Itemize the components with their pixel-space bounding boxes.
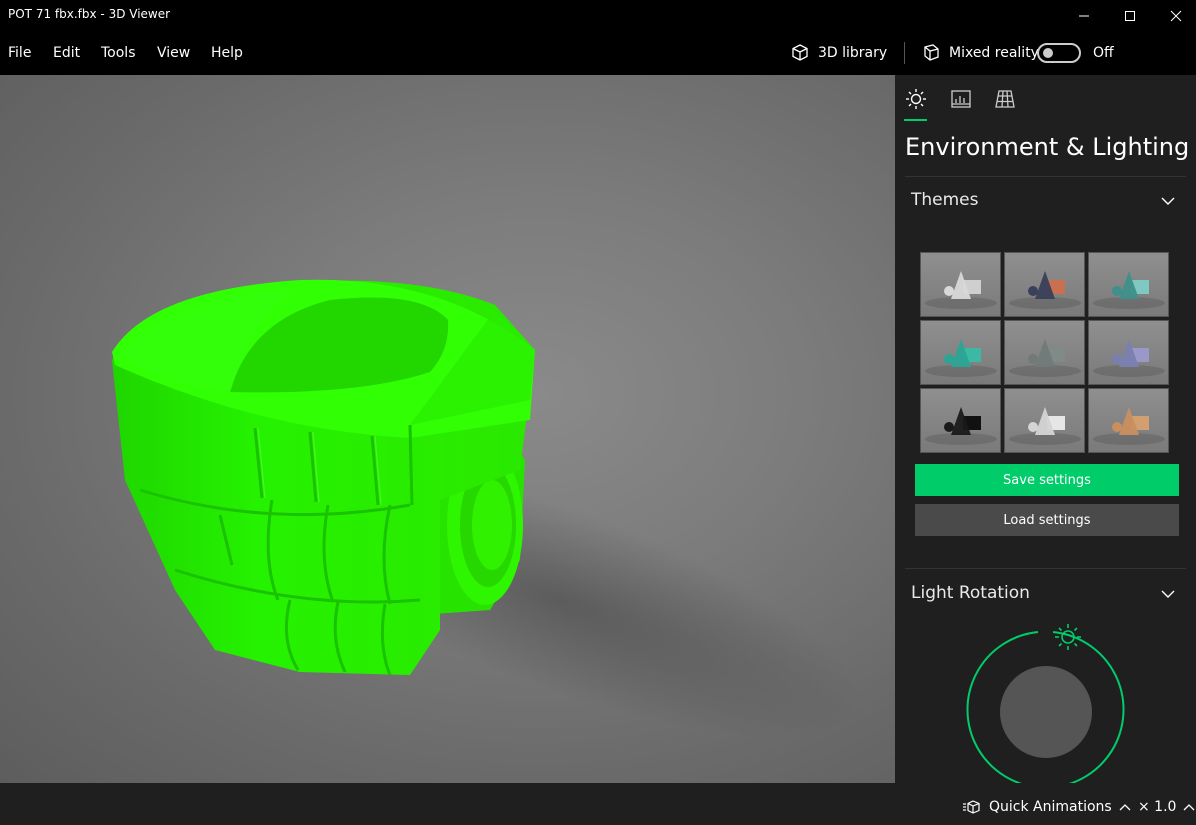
quick-animations-button[interactable]: Quick Animations: [962, 799, 1131, 815]
theme-sphere-shape: [1028, 354, 1038, 364]
menu-file[interactable]: File: [8, 45, 31, 61]
theme-sphere-shape: [1112, 422, 1122, 432]
light-rotation-dial[interactable]: [955, 620, 1135, 783]
theme-tile[interactable]: [1004, 388, 1085, 453]
stats-icon: [951, 90, 971, 108]
menu-view[interactable]: View: [157, 45, 190, 61]
grid-icon: [995, 90, 1015, 108]
toolbar-separator: [904, 42, 905, 64]
speed-button[interactable]: × 1.0: [1138, 799, 1195, 815]
menu-edit[interactable]: Edit: [53, 45, 80, 61]
ring-model[interactable]: [0, 75, 895, 783]
theme-sphere-shape: [1112, 286, 1122, 296]
active-tab-indicator: [904, 119, 927, 121]
menu-tools[interactable]: Tools: [101, 45, 136, 61]
theme-preview: [925, 339, 997, 377]
mixed-reality-icon: [924, 44, 939, 61]
close-button[interactable]: [1153, 0, 1196, 31]
theme-sphere-shape: [1112, 354, 1122, 364]
theme-sphere-shape: [1028, 286, 1038, 296]
toggle-knob: [1043, 48, 1053, 58]
minimize-button[interactable]: [1061, 0, 1107, 31]
chevron-up-icon: [1183, 804, 1195, 811]
theme-grid: [920, 252, 1169, 453]
sun-icon: [906, 89, 926, 109]
3d-library-label: 3D library: [818, 45, 888, 61]
theme-sphere-shape: [1028, 422, 1038, 432]
toggle-state-label: Off: [1093, 45, 1114, 61]
quick-animations-label: Quick Animations: [989, 799, 1112, 815]
theme-tile[interactable]: [920, 388, 1001, 453]
animation-cube-icon: [963, 800, 980, 814]
theme-preview: [1009, 339, 1081, 377]
speed-label: × 1.0: [1138, 799, 1177, 815]
light-sun-icon[interactable]: [1055, 624, 1081, 650]
themes-header[interactable]: Themes: [911, 190, 979, 210]
menu-help[interactable]: Help: [211, 45, 243, 61]
divider: [905, 176, 1186, 177]
close-icon: [1170, 10, 1182, 21]
mixed-reality-toggle[interactable]: [1037, 43, 1081, 63]
load-settings-button[interactable]: Load settings: [915, 504, 1179, 536]
tab-environment[interactable]: [904, 87, 928, 111]
mixed-reality-button[interactable]: Mixed reality: [921, 41, 1039, 65]
cube-icon: [792, 44, 808, 61]
panel-title: Environment & Lighting: [905, 133, 1190, 161]
theme-tile[interactable]: [1004, 320, 1085, 385]
theme-preview: [1093, 407, 1165, 445]
maximize-icon: [1125, 10, 1135, 21]
maximize-button[interactable]: [1107, 0, 1153, 31]
3d-viewport[interactable]: [0, 75, 895, 783]
minimize-icon: [1079, 15, 1089, 16]
3d-library-button[interactable]: 3D library: [790, 41, 887, 65]
theme-sphere-shape: [944, 422, 954, 432]
environment-panel: Environment & Lighting Themes Save setti…: [895, 75, 1196, 783]
menu-bar: File Edit Tools View Help 3D library Mix…: [0, 31, 1196, 75]
theme-tile[interactable]: [1004, 252, 1085, 317]
chevron-down-icon[interactable]: [1161, 194, 1175, 208]
light-rotation-header[interactable]: Light Rotation: [911, 583, 1030, 603]
theme-sphere-shape: [944, 354, 954, 364]
theme-preview: [1009, 271, 1081, 309]
mixed-reality-label: Mixed reality: [949, 45, 1039, 61]
status-bar: Quick Animations × 1.0: [0, 783, 1196, 825]
theme-tile[interactable]: [920, 252, 1001, 317]
theme-sphere-shape: [944, 286, 954, 296]
theme-preview: [1009, 407, 1081, 445]
theme-tile[interactable]: [1088, 388, 1169, 453]
chevron-down-icon[interactable]: [1161, 587, 1175, 601]
theme-preview: [1093, 339, 1165, 377]
theme-preview: [925, 271, 997, 309]
divider: [905, 568, 1186, 569]
theme-tile[interactable]: [1088, 320, 1169, 385]
tab-grid[interactable]: [993, 87, 1017, 111]
theme-tile[interactable]: [1088, 252, 1169, 317]
window-title: POT 71 fbx.fbx - 3D Viewer: [8, 7, 171, 21]
theme-preview: [925, 407, 997, 445]
save-settings-button[interactable]: Save settings: [915, 464, 1179, 496]
theme-preview: [1093, 271, 1165, 309]
tab-stats[interactable]: [949, 87, 973, 111]
chevron-up-icon: [1119, 804, 1131, 811]
title-bar: POT 71 fbx.fbx - 3D Viewer: [0, 0, 1196, 31]
theme-tile[interactable]: [920, 320, 1001, 385]
